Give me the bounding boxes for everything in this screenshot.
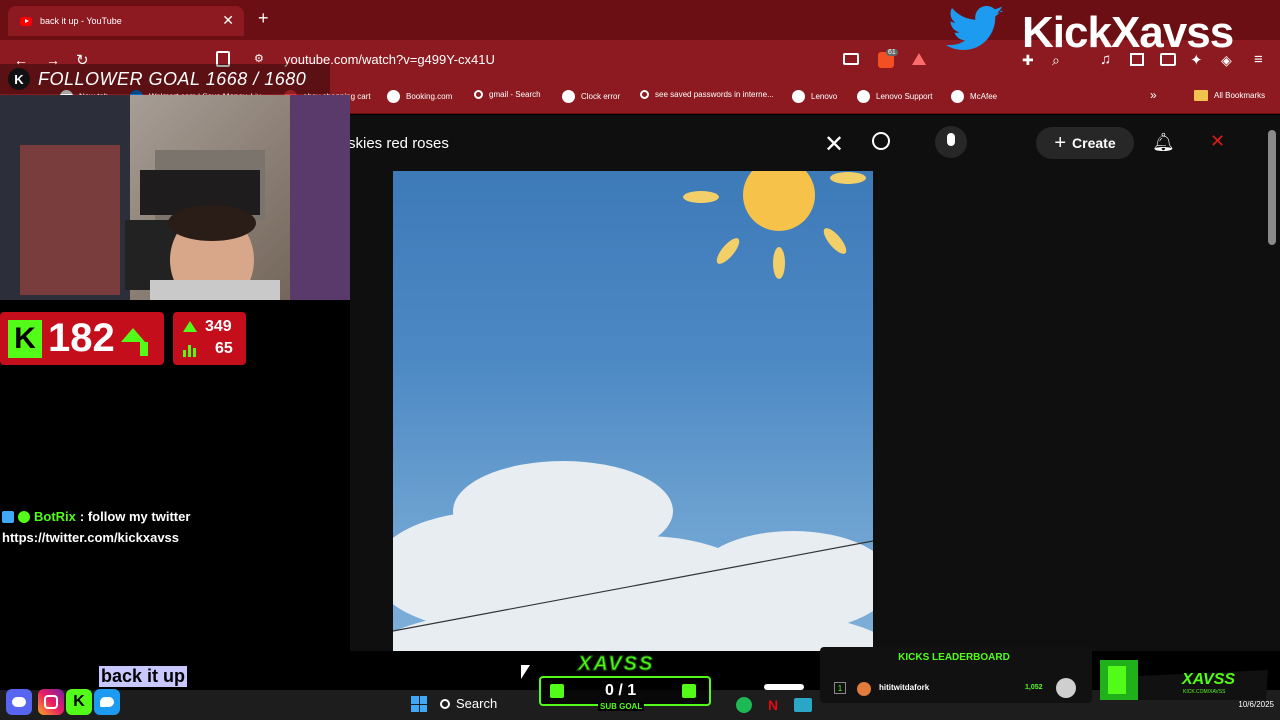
extension-badge: 61	[886, 49, 898, 56]
clear-search-icon[interactable]: ✕	[824, 130, 844, 159]
chat-link: https://twitter.com/kickxavss	[2, 530, 180, 545]
chat-text: : follow my twitter	[79, 509, 191, 524]
app-icon[interactable]	[794, 698, 812, 712]
globe-icon	[562, 90, 575, 103]
video-player[interactable]	[393, 171, 873, 651]
kick-icon: K	[8, 68, 30, 90]
webcam-scene	[0, 95, 350, 300]
sun-icon	[683, 171, 866, 279]
mic-icon	[947, 133, 955, 146]
kick-logo-icon: K	[8, 319, 42, 358]
bookmark-saved-passwords[interactable]: see saved passwords in interne...	[640, 90, 774, 99]
search-icon	[640, 90, 649, 99]
more-bookmarks-icon[interactable]: »	[1150, 88, 1157, 102]
bot-badge-icon	[2, 510, 14, 523]
brave-rewards-icon[interactable]	[912, 53, 926, 65]
kick-follower-box: K 182	[0, 312, 164, 365]
up-arrow-icon	[120, 327, 145, 342]
sub-goal-count: 0 / 1	[605, 682, 637, 699]
leaderboard-rank: 1	[834, 682, 846, 694]
stat-top: 349	[205, 318, 232, 335]
now-playing: back it up	[99, 666, 188, 687]
discord-icon	[6, 689, 32, 715]
up-icon	[183, 321, 197, 332]
netflix-icon[interactable]: N	[768, 697, 778, 713]
stat-bottom: 65	[215, 340, 233, 357]
kicks-coin-icon	[1056, 678, 1076, 698]
tab-title: back it up - YouTube	[40, 16, 122, 26]
menu-icon[interactable]: ≡	[1254, 51, 1263, 68]
taskbar-search[interactable]: Search	[440, 696, 497, 711]
brand-url: KICK.COM/XAVSS	[1183, 689, 1226, 695]
instagram-icon	[38, 689, 64, 715]
bookmark-clock-error[interactable]: Clock error	[562, 90, 620, 103]
twitter-small-icon	[94, 689, 120, 715]
close-red-icon[interactable]: ✕	[1210, 131, 1225, 152]
up-arrow-stem	[140, 342, 148, 356]
taskbar-indicator	[764, 684, 804, 690]
scrollbar[interactable]	[1268, 130, 1276, 245]
folder-icon	[1194, 90, 1208, 101]
sub-goal-title: XAVSS	[577, 653, 655, 676]
bookmark-mcafee[interactable]: McAfee	[951, 90, 997, 103]
user-avatar	[857, 682, 871, 696]
search-icon[interactable]	[872, 132, 890, 150]
clouds	[393, 461, 873, 651]
bar-chart-icon	[183, 343, 197, 357]
bookmark-lenovo-support[interactable]: Lenovo Support	[857, 90, 933, 103]
cast-icon[interactable]	[843, 53, 859, 65]
twitter-icon	[946, 6, 1004, 50]
globe-icon	[951, 90, 964, 103]
plus-icon: +	[1054, 131, 1067, 154]
close-tab-icon[interactable]: ✕	[222, 12, 234, 29]
globe-icon	[387, 90, 400, 103]
chat-message: BotRix : follow my twitter	[2, 509, 190, 524]
gift-icon	[682, 684, 696, 698]
voice-search-button[interactable]	[935, 126, 967, 158]
leaderboard-user: hititwitdafork	[879, 683, 930, 692]
sub-goal-label: SUB GOAL	[598, 702, 645, 711]
kick-count: 182	[48, 316, 115, 360]
webcam-feed	[0, 95, 350, 300]
search-icon	[474, 90, 483, 99]
bookmark-gmail-search[interactable]: gmail - Search	[474, 90, 541, 99]
youtube-search-input[interactable]: skies red roses	[348, 135, 449, 152]
bookmark-booking[interactable]: Booking.com	[387, 90, 452, 103]
mouse-cursor	[521, 665, 530, 679]
tab-youtube[interactable]: back it up - YouTube ✕	[8, 6, 244, 36]
globe-icon	[792, 90, 805, 103]
leaderboard-amount: 1,052	[1025, 684, 1043, 691]
follower-goal-text: FOLLOWER GOAL 1668 / 1680	[38, 68, 307, 89]
stats-box: 349 65	[173, 312, 246, 365]
follower-goal: K FOLLOWER GOAL 1668 / 1680	[0, 64, 330, 94]
globe-icon	[857, 90, 870, 103]
search-icon	[440, 698, 450, 709]
video-frame	[393, 171, 873, 651]
create-button[interactable]: + Create	[1036, 127, 1134, 159]
windows-start-icon[interactable]	[411, 696, 427, 712]
chat-username: BotRix	[34, 509, 76, 524]
notifications-icon[interactable]: 🔔︎	[1152, 132, 1175, 153]
youtube-icon	[20, 16, 32, 26]
bookmark-lenovo[interactable]: Lenovo	[792, 90, 837, 103]
spotify-icon[interactable]	[736, 697, 752, 713]
channel-logo: KickXavss	[1022, 8, 1234, 57]
all-bookmarks[interactable]: All Bookmarks	[1194, 90, 1265, 101]
verified-badge-icon	[18, 510, 30, 523]
leaderboard-title: KICKS LEADERBOARD	[898, 652, 1010, 663]
kick-icon: K	[66, 689, 92, 715]
new-tab-button[interactable]: +	[258, 8, 269, 29]
gift-icon	[550, 684, 564, 698]
brand-name: XAVSS	[1182, 671, 1236, 688]
youtube-header	[350, 115, 1280, 171]
